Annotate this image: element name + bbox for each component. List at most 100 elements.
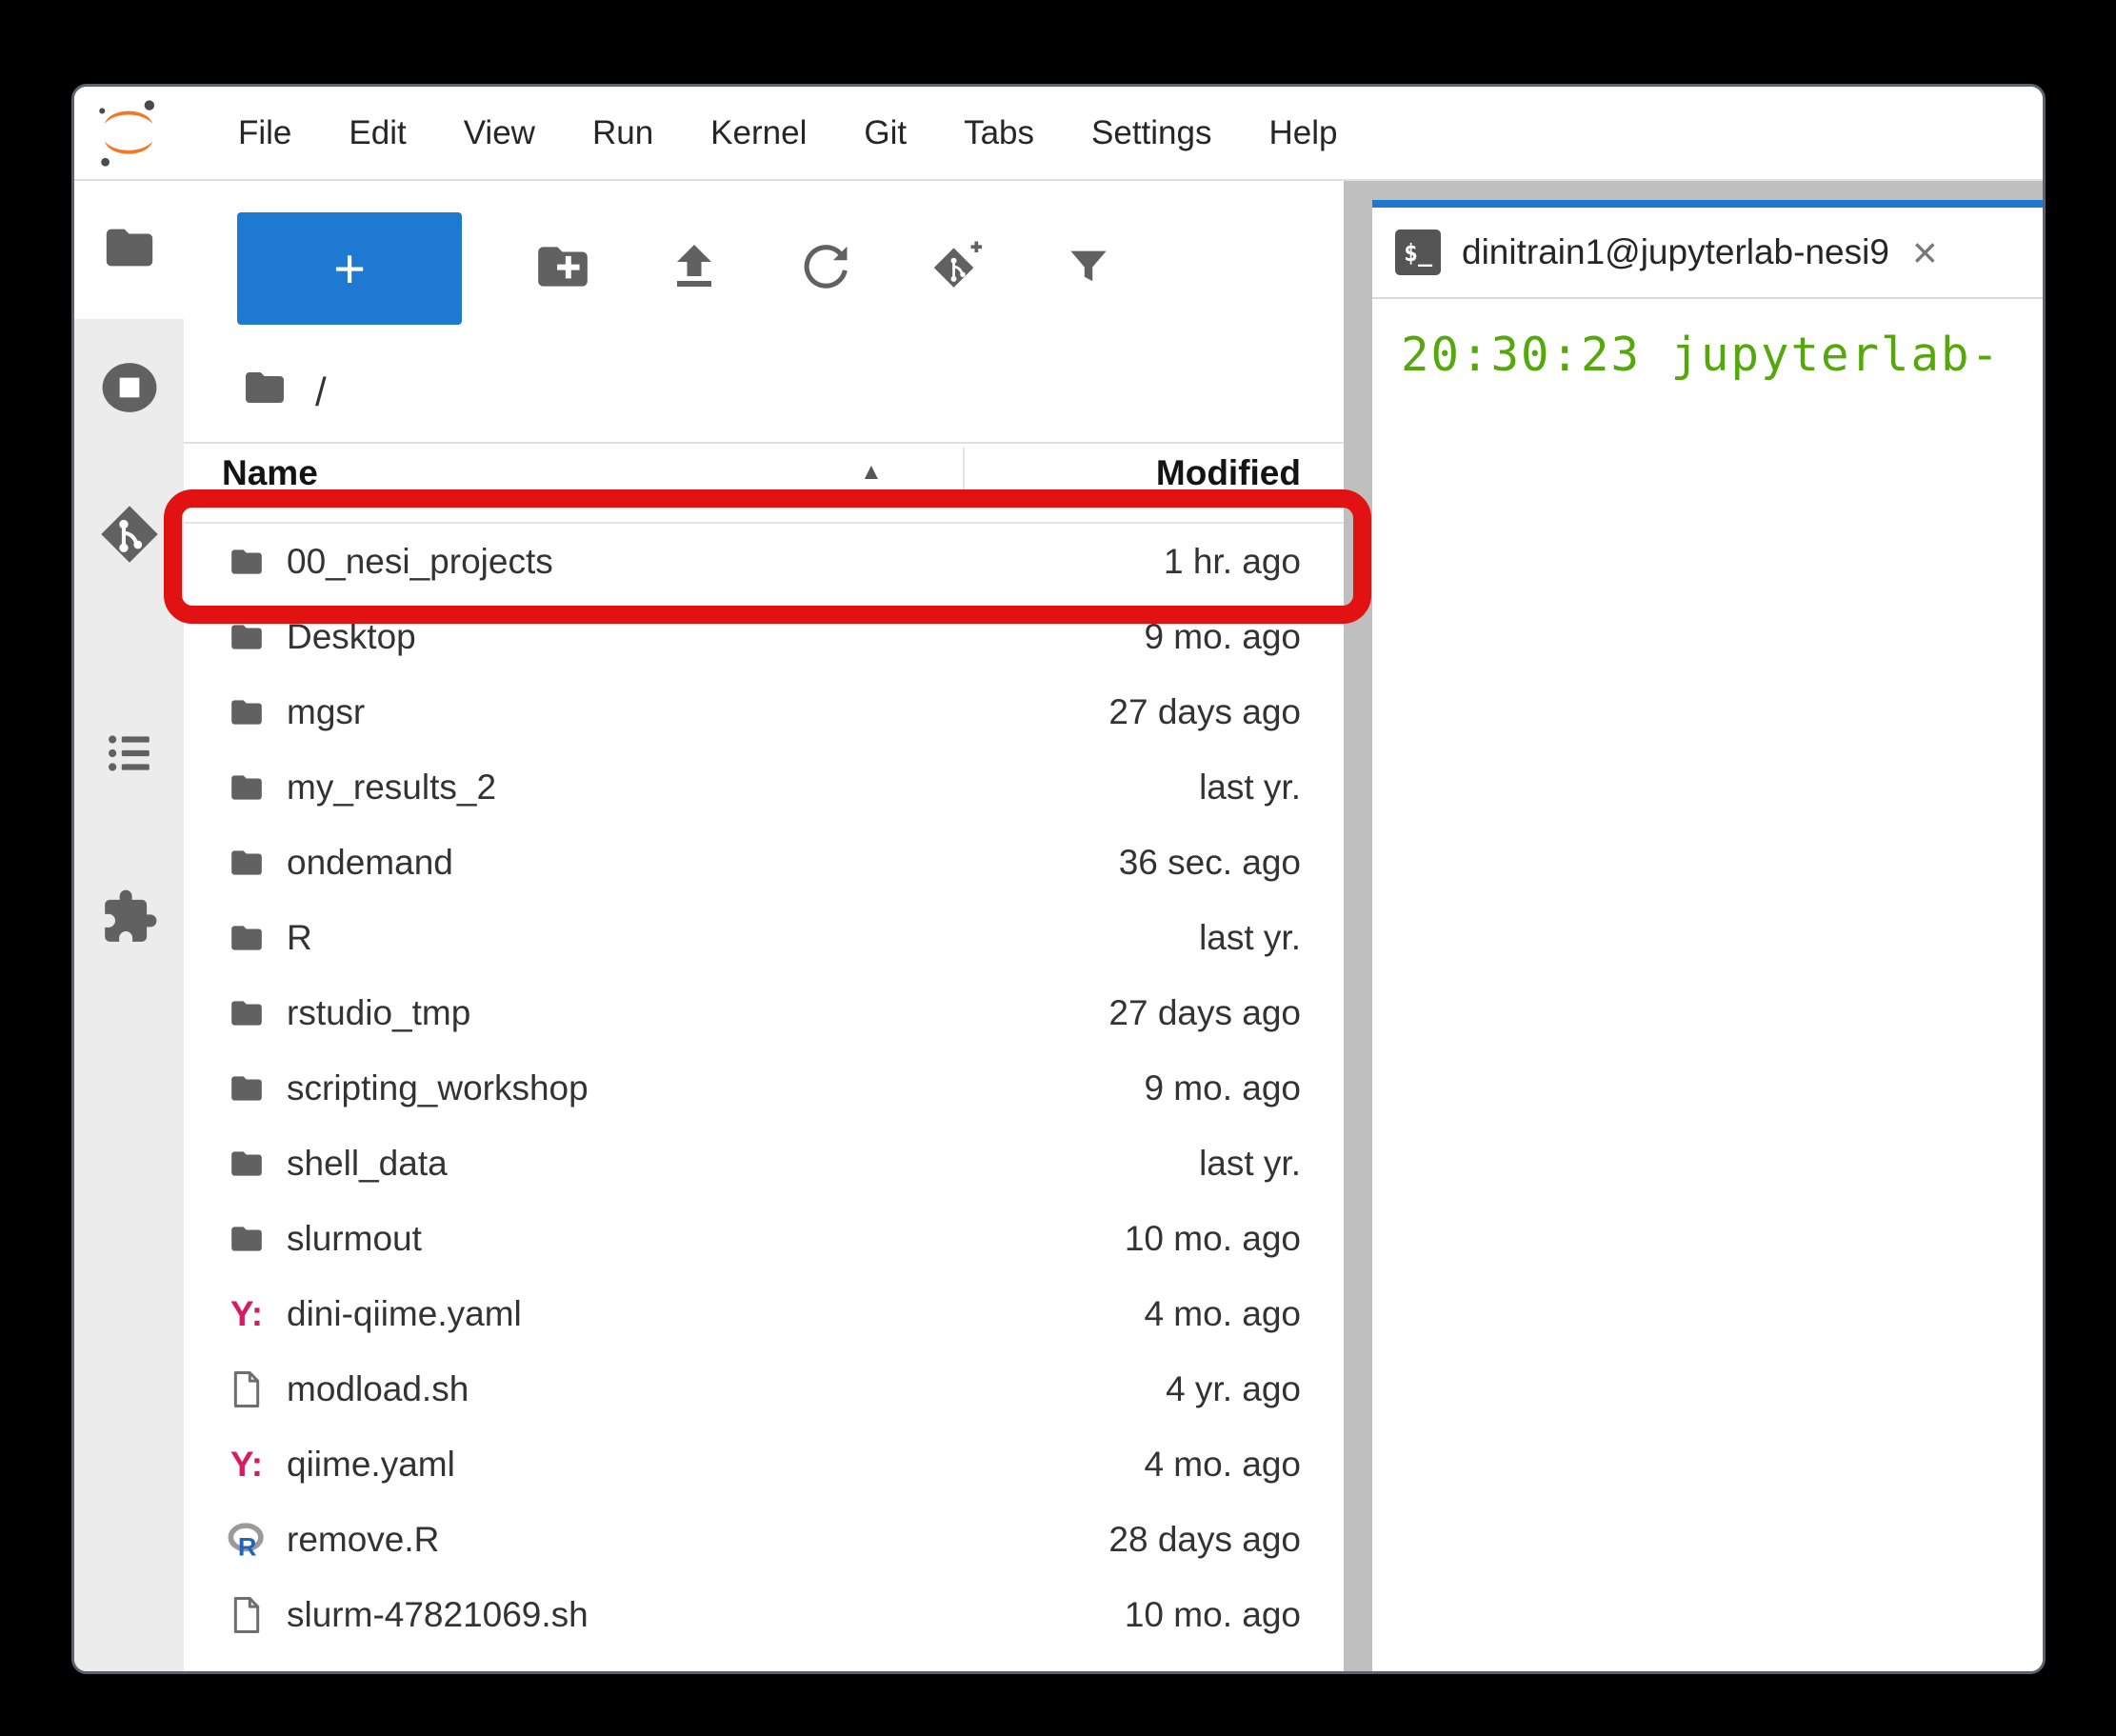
svg-text:R: R — [238, 1531, 257, 1559]
git-icon — [98, 553, 161, 569]
menu-item-git[interactable]: Git — [835, 114, 935, 152]
file-modified: 9 mo. ago — [1144, 617, 1301, 657]
file-modified: 1 hr. ago — [1164, 542, 1301, 582]
file-name: qiime.yaml — [287, 1445, 455, 1485]
file-row[interactable]: Desktop 9 mo. ago — [184, 599, 1344, 674]
file-name: ondemand — [287, 843, 453, 883]
folder-icon — [222, 1146, 271, 1182]
folder-icon — [222, 1070, 271, 1107]
file-row[interactable]: shell_data last yr. — [184, 1126, 1344, 1201]
file-row[interactable]: Rlast yr. — [184, 900, 1344, 975]
file-row[interactable]: scripting_workshop 9 mo. ago — [184, 1050, 1344, 1126]
new-folder-icon — [533, 237, 592, 301]
r-icon: R — [222, 1520, 271, 1560]
file-row[interactable]: ondemand 36 sec. ago — [184, 825, 1344, 900]
file-row[interactable]: Y: qiime.yaml 4 mo. ago — [184, 1427, 1344, 1502]
folder-icon — [222, 845, 271, 881]
file-name: dini-qiime.yaml — [287, 1294, 522, 1334]
folder-icon — [98, 220, 161, 280]
sidebar-item-file-browser[interactable] — [74, 181, 184, 319]
file-row[interactable]: rstudio_tmp 27 days ago — [184, 975, 1344, 1050]
file-name: Desktop — [287, 617, 416, 657]
jupyterlab-window: FileEditViewRunKernelGitTabsSettingsHelp — [71, 84, 2046, 1674]
file-row[interactable]: slurm-47821069.sh 10 mo. ago — [184, 1577, 1344, 1652]
terminal-icon: $_ — [1395, 229, 1441, 275]
yaml-icon-glyph: Y: — [230, 1294, 263, 1334]
filter-button[interactable] — [1058, 238, 1119, 299]
jupyter-logo-icon — [93, 94, 164, 172]
new-launcher-button[interactable]: + — [237, 212, 462, 325]
file-name: shell_data — [287, 1144, 448, 1184]
folder-icon — [222, 920, 271, 956]
file-modified: 27 days ago — [1108, 993, 1301, 1033]
git-init-icon — [928, 238, 986, 300]
menu-item-settings[interactable]: Settings — [1063, 114, 1240, 152]
folder-icon — [222, 694, 271, 730]
puzzle-icon — [100, 934, 159, 950]
file-row[interactable]: Y: dini-qiime.yaml 4 mo. ago — [184, 1276, 1344, 1351]
file-row[interactable]: slurmout10 mo. ago — [184, 1201, 1344, 1276]
file-modified: 9 mo. ago — [1144, 1068, 1301, 1108]
file-list-header: Name ▲ Modified — [184, 444, 1344, 503]
terminal-output[interactable]: 20:30:23 jupyterlab- — [1372, 299, 2043, 1672]
close-icon[interactable]: × — [1912, 230, 1938, 274]
terminal-tab[interactable]: $_ dinitrain1@jupyterlab-nesi9 × — [1372, 200, 2043, 299]
terminal-tab-title: dinitrain1@jupyterlab-nesi9 — [1462, 232, 1889, 272]
yaml-icon: Y: — [222, 1445, 271, 1485]
column-header-modified[interactable]: Modified — [1156, 453, 1301, 493]
file-name: mgsr — [287, 692, 365, 732]
file-name: slurm-47821069.sh — [287, 1595, 589, 1635]
file-row[interactable]: Rremove.R28 days ago — [184, 1502, 1344, 1577]
file-list: 00_nesi_projects 1 hr. ago Desktop 9 mo. ag… — [184, 522, 1344, 1652]
refresh-button[interactable] — [795, 238, 856, 299]
file-modified: 4 yr. ago — [1166, 1369, 1301, 1409]
file-browser-panel: + — [184, 181, 1344, 1672]
breadcrumb[interactable]: / — [184, 343, 1344, 444]
left-sidebar — [74, 181, 184, 1672]
file-row[interactable]: mgsr27 days ago — [184, 674, 1344, 749]
file-name: R — [287, 918, 312, 958]
filter-icon — [1062, 240, 1115, 298]
list-icon — [102, 768, 157, 785]
file-name: remove.R — [287, 1520, 439, 1560]
folder-icon — [222, 619, 271, 655]
menu-item-run[interactable]: Run — [564, 114, 682, 152]
sort-ascending-icon[interactable]: ▲ — [860, 459, 883, 486]
upload-button[interactable] — [664, 238, 725, 299]
file-row[interactable]: modload.sh 4 yr. ago — [184, 1351, 1344, 1427]
panel-splitter[interactable] — [1344, 181, 1372, 1672]
yaml-icon: Y: — [222, 1294, 271, 1334]
screenshot-canvas: { "menu_bar": { "items": ["File", "Edit"… — [0, 0, 2116, 1736]
file-modified: 10 mo. ago — [1125, 1595, 1301, 1635]
sidebar-item-extensions[interactable] — [100, 888, 159, 951]
folder-icon — [222, 1221, 271, 1257]
menu-item-help[interactable]: Help — [1240, 114, 1366, 152]
file-row[interactable]: my_results_2last yr. — [184, 749, 1344, 825]
yaml-icon-glyph: Y: — [230, 1445, 263, 1485]
menu-item-kernel[interactable]: Kernel — [682, 114, 835, 152]
menu-item-view[interactable]: View — [435, 114, 564, 152]
menu-item-edit[interactable]: Edit — [320, 114, 434, 152]
sidebar-item-git[interactable] — [98, 503, 161, 570]
menu-bar: FileEditViewRunKernelGitTabsSettingsHelp — [74, 87, 2043, 181]
sidebar-item-running-sessions[interactable] — [100, 358, 159, 422]
git-init-button[interactable] — [927, 238, 988, 299]
home-folder-icon[interactable] — [239, 365, 290, 420]
menu-item-tabs[interactable]: Tabs — [935, 114, 1063, 152]
file-modified: last yr. — [1199, 1144, 1301, 1184]
file-name: modload.sh — [287, 1369, 469, 1409]
file-row-highlighted[interactable]: 00_nesi_projects 1 hr. ago — [184, 524, 1344, 599]
menu-item-file[interactable]: File — [210, 114, 320, 152]
file-modified: 36 sec. ago — [1119, 843, 1301, 883]
file-name: rstudio_tmp — [287, 993, 470, 1033]
stop-circle-icon — [100, 405, 159, 421]
column-header-name[interactable]: Name — [184, 453, 318, 493]
file-modified: 4 mo. ago — [1144, 1294, 1301, 1334]
sidebar-item-table-of-contents[interactable] — [102, 726, 157, 786]
file-name: scripting_workshop — [287, 1068, 589, 1108]
file-name: slurmout — [287, 1219, 422, 1259]
file-name: 00_nesi_projects — [287, 542, 553, 582]
file-modified: 4 mo. ago — [1144, 1445, 1301, 1485]
new-folder-button[interactable] — [532, 238, 593, 299]
file-browser-toolbar: + — [184, 181, 1344, 343]
